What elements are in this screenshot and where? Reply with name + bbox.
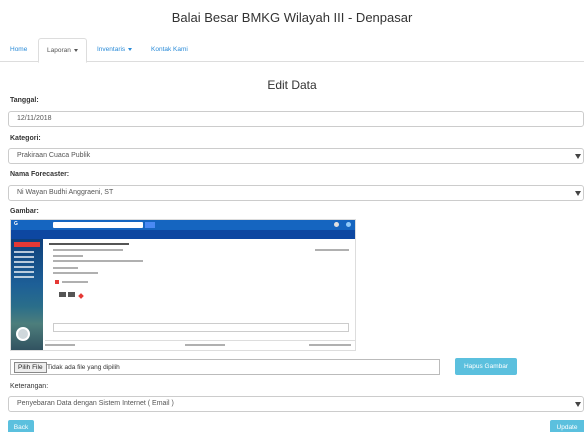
nav-kontak-label: Kontak Kami [151, 46, 188, 53]
forecaster-value: Ni Wayan Budhi Anggraeni, ST [17, 189, 114, 196]
preview-compose [14, 242, 40, 247]
preview-thumb [68, 292, 75, 297]
tanggal-value: 12/11/2018 [17, 115, 52, 122]
preview-profile-circle [16, 327, 30, 341]
kategori-label: Kategori: [10, 135, 41, 142]
keterangan-label: Keterangan: [10, 383, 49, 390]
preview-main [45, 240, 355, 350]
preview-text-line [53, 267, 78, 269]
site-title: Balai Besar BMKG Wilayah III - Denpasar [171, 10, 413, 25]
preview-search [53, 222, 143, 228]
dropdown-arrow-icon [575, 191, 581, 196]
nav-inventaris[interactable]: Inventaris [89, 38, 140, 62]
file-status: Tidak ada file yang dipilih [47, 364, 120, 371]
preview-thumb [59, 292, 66, 297]
kategori-value: Prakiraan Cuaca Publik [17, 152, 91, 159]
preview-pencil-icon [78, 293, 84, 299]
nav-laporan-label: Laporan [47, 47, 71, 54]
kategori-select[interactable]: Prakiraan Cuaca Publik [8, 148, 584, 164]
forecaster-label: Nama Forecaster: [10, 171, 70, 178]
page-title: Edit Data [267, 78, 317, 92]
nav-kontak[interactable]: Kontak Kami [143, 38, 196, 62]
preview-side-line [14, 256, 34, 258]
preview-logo: G [14, 221, 18, 227]
uploaded-image-preview: G [10, 219, 356, 351]
preview-date-line [315, 249, 349, 251]
preview-subject-line [49, 243, 129, 245]
preview-side-line [14, 271, 34, 273]
preview-text-line [53, 260, 143, 262]
tanggal-label: Tanggal: [10, 97, 39, 104]
preview-apps-icon [334, 222, 339, 227]
preview-sidebar [11, 239, 43, 350]
dropdown-arrow-icon [575, 154, 581, 159]
preview-side-line [14, 266, 34, 268]
file-input[interactable]: Pilih File Tidak ada file yang dipilih [10, 359, 440, 375]
dropdown-arrow-icon [575, 402, 581, 407]
preview-side-line [14, 261, 34, 263]
nav-home-label: Home [10, 46, 28, 53]
chevron-down-icon [128, 47, 133, 51]
back-button[interactable]: Back [8, 420, 34, 432]
choose-file-button[interactable]: Pilih File [14, 362, 47, 373]
preview-side-line [14, 251, 34, 253]
preview-footer-divider [45, 340, 355, 341]
update-button[interactable]: Update [550, 420, 584, 432]
preview-attachment-icon [55, 280, 59, 284]
preview-avatar [346, 222, 351, 227]
tanggal-input[interactable]: 12/11/2018 [8, 111, 584, 127]
chevron-down-icon [73, 48, 78, 52]
nav-laporan[interactable]: Laporan [38, 38, 87, 63]
gambar-label: Gambar: [10, 208, 39, 215]
preview-footer-line [309, 344, 351, 346]
preview-side-line [14, 276, 34, 278]
keterangan-select[interactable]: Penyebaran Data dengan Sistem Internet (… [8, 396, 584, 412]
preview-toolbar [11, 230, 355, 239]
preview-text-line [53, 272, 98, 274]
preview-text-line [53, 255, 83, 257]
nav-home[interactable]: Home [2, 38, 35, 62]
preview-topbar: G [11, 220, 355, 230]
keterangan-value: Penyebaran Data dengan Sistem Internet (… [17, 400, 174, 407]
forecaster-select[interactable]: Ni Wayan Budhi Anggraeni, ST [8, 185, 584, 201]
nav-inventaris-label: Inventaris [97, 46, 126, 53]
preview-footer-line [185, 344, 225, 346]
preview-reply-box [53, 323, 349, 332]
preview-search-button [145, 222, 155, 228]
preview-attachment-line [62, 281, 88, 283]
preview-text-line [53, 249, 123, 251]
main-nav: Home Laporan Inventaris Kontak Kami [0, 38, 584, 63]
preview-footer-line [45, 344, 75, 346]
delete-image-button[interactable]: Hapus Gambar [455, 358, 517, 375]
